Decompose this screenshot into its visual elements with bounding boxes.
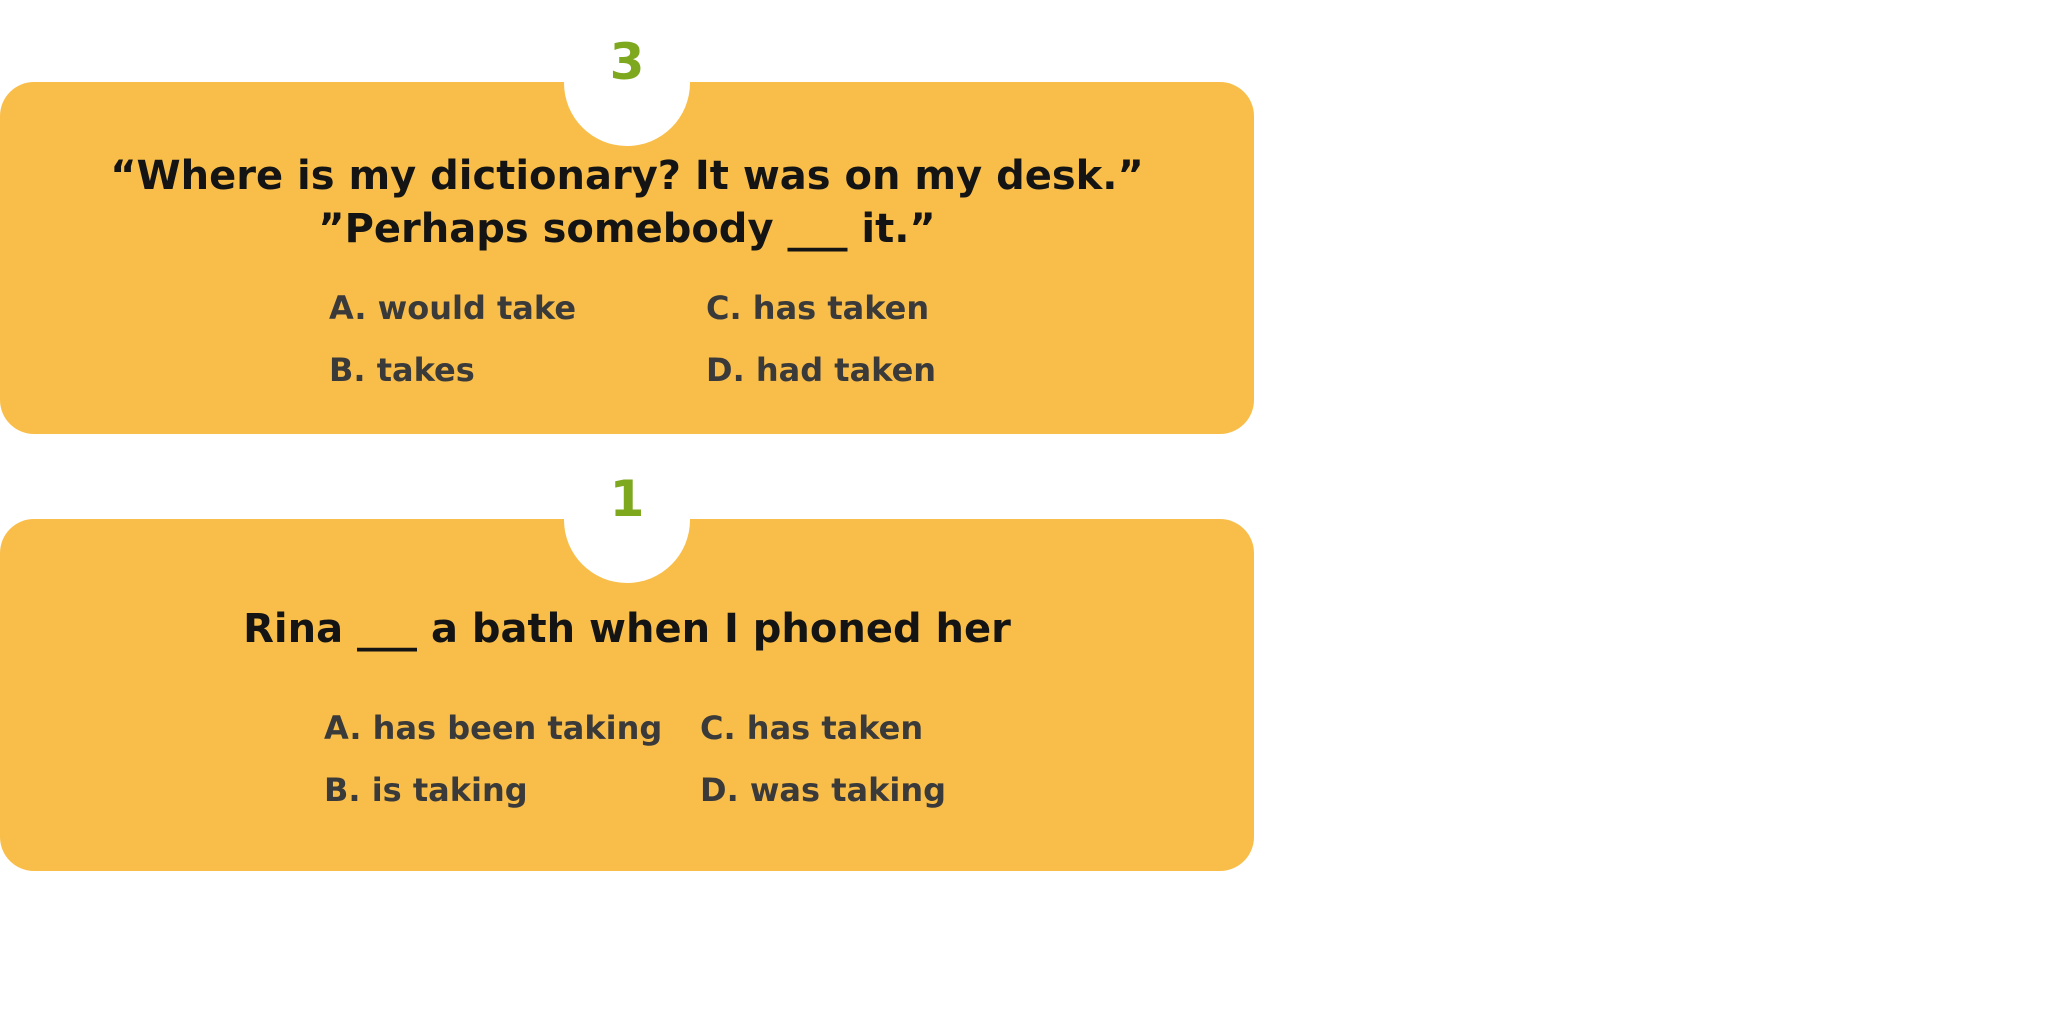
- question-number: 3: [609, 33, 645, 91]
- question-card: Rina ___ a bath when I phoned her A. has…: [0, 519, 1254, 871]
- question-line: Rina ___ a bath when I phoned her: [243, 606, 1011, 652]
- question-text: Rina ___ a bath when I phoned her: [0, 603, 1254, 656]
- option-a[interactable]: A. has been taking: [324, 708, 662, 748]
- option-a[interactable]: A. would take: [329, 288, 576, 328]
- option-d[interactable]: D. was taking: [700, 770, 946, 810]
- card-notch: [564, 82, 690, 146]
- question-card: “Where is my dictionary? It was on my de…: [0, 82, 1254, 434]
- card-notch: [564, 519, 690, 583]
- question-number: 1: [609, 470, 645, 528]
- question-line: ”Perhaps somebody ___ it.”: [318, 206, 936, 252]
- option-b[interactable]: B. is taking: [324, 770, 528, 810]
- option-c[interactable]: C. has taken: [700, 708, 923, 748]
- option-b[interactable]: B. takes: [329, 350, 475, 390]
- option-d[interactable]: D. had taken: [706, 350, 936, 390]
- option-c[interactable]: C. has taken: [706, 288, 929, 328]
- question-text: “Where is my dictionary? It was on my de…: [0, 150, 1254, 256]
- question-line: “Where is my dictionary? It was on my de…: [110, 153, 1144, 199]
